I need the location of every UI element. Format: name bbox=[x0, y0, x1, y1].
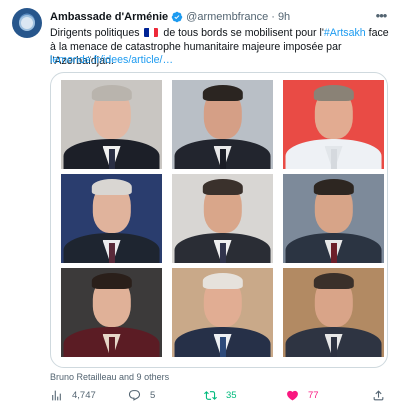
media-tagged-people[interactable]: Bruno Retailleau and 9 others bbox=[50, 372, 169, 382]
tweet-time[interactable]: 9h bbox=[278, 11, 290, 23]
author-handle[interactable]: @armembfrance bbox=[186, 11, 268, 23]
portrait-tie bbox=[219, 149, 226, 169]
portrait-hair bbox=[202, 273, 243, 290]
hashtag-link[interactable]: #Artsakh bbox=[324, 27, 366, 39]
verified-badge-icon bbox=[171, 11, 183, 23]
portrait-photo[interactable] bbox=[172, 80, 273, 169]
portrait-tie bbox=[219, 243, 226, 263]
portrait-hair bbox=[91, 273, 132, 290]
views-count: 4,747 bbox=[72, 389, 96, 401]
portrait-hair bbox=[202, 85, 243, 102]
avatar[interactable] bbox=[12, 8, 42, 38]
portrait-photo[interactable] bbox=[172, 268, 273, 357]
portrait-photo[interactable] bbox=[283, 174, 384, 263]
header-separator: · bbox=[271, 11, 275, 23]
retweet-icon bbox=[204, 390, 217, 400]
like-count: 77 bbox=[308, 389, 319, 401]
tweet-text-part2: de tous bords se mobilisent pour l' bbox=[163, 27, 324, 39]
tweet-text-part1: Dirigents politiques bbox=[50, 27, 140, 39]
portrait-hair bbox=[91, 85, 132, 102]
media-container[interactable] bbox=[50, 72, 388, 368]
portrait-photo[interactable] bbox=[283, 80, 384, 169]
like-button[interactable]: 77 bbox=[286, 386, 319, 404]
retweet-count: 35 bbox=[226, 389, 237, 401]
portrait-photo[interactable] bbox=[61, 80, 162, 169]
tweet-actions: 4,747 5 35 77 bbox=[50, 386, 390, 404]
reply-icon bbox=[128, 389, 141, 401]
retweet-button[interactable]: 35 bbox=[204, 386, 237, 404]
tweet-card[interactable]: Ambassade d'Arménie @armembfrance · 9h •… bbox=[0, 0, 400, 415]
portrait-hair bbox=[313, 273, 354, 290]
portrait-tie bbox=[330, 243, 337, 263]
portrait-hair bbox=[202, 179, 243, 196]
article-link[interactable]: lemonde.fr/idees/article/… bbox=[50, 54, 173, 66]
portrait-tie bbox=[330, 149, 337, 169]
portrait-photo[interactable] bbox=[61, 268, 162, 357]
views-chart-icon bbox=[52, 390, 61, 400]
share-button[interactable] bbox=[372, 386, 394, 404]
reply-count: 5 bbox=[150, 389, 156, 401]
portrait-photo[interactable] bbox=[61, 174, 162, 263]
share-icon bbox=[373, 389, 384, 400]
tweet-header: Ambassade d'Arménie @armembfrance · 9h bbox=[50, 9, 370, 25]
portrait-photo[interactable] bbox=[283, 268, 384, 357]
portrait-photo[interactable] bbox=[172, 174, 273, 263]
french-flag-icon bbox=[144, 28, 159, 37]
author-name[interactable]: Ambassade d'Arménie bbox=[50, 11, 168, 23]
more-options-icon[interactable]: ••• bbox=[374, 8, 388, 23]
heart-icon bbox=[287, 390, 298, 400]
photo-grid bbox=[61, 80, 384, 357]
portrait-tie bbox=[108, 243, 115, 263]
portrait-hair bbox=[91, 179, 132, 196]
portrait-tie bbox=[108, 337, 115, 357]
views-button[interactable]: 4,747 bbox=[50, 386, 96, 404]
reply-button[interactable]: 5 bbox=[128, 386, 155, 404]
portrait-tie bbox=[219, 337, 226, 357]
embassy-emblem-icon bbox=[19, 15, 35, 31]
portrait-tie bbox=[330, 337, 337, 357]
portrait-hair bbox=[313, 179, 354, 196]
portrait-tie bbox=[108, 149, 115, 169]
portrait-hair bbox=[313, 85, 354, 102]
